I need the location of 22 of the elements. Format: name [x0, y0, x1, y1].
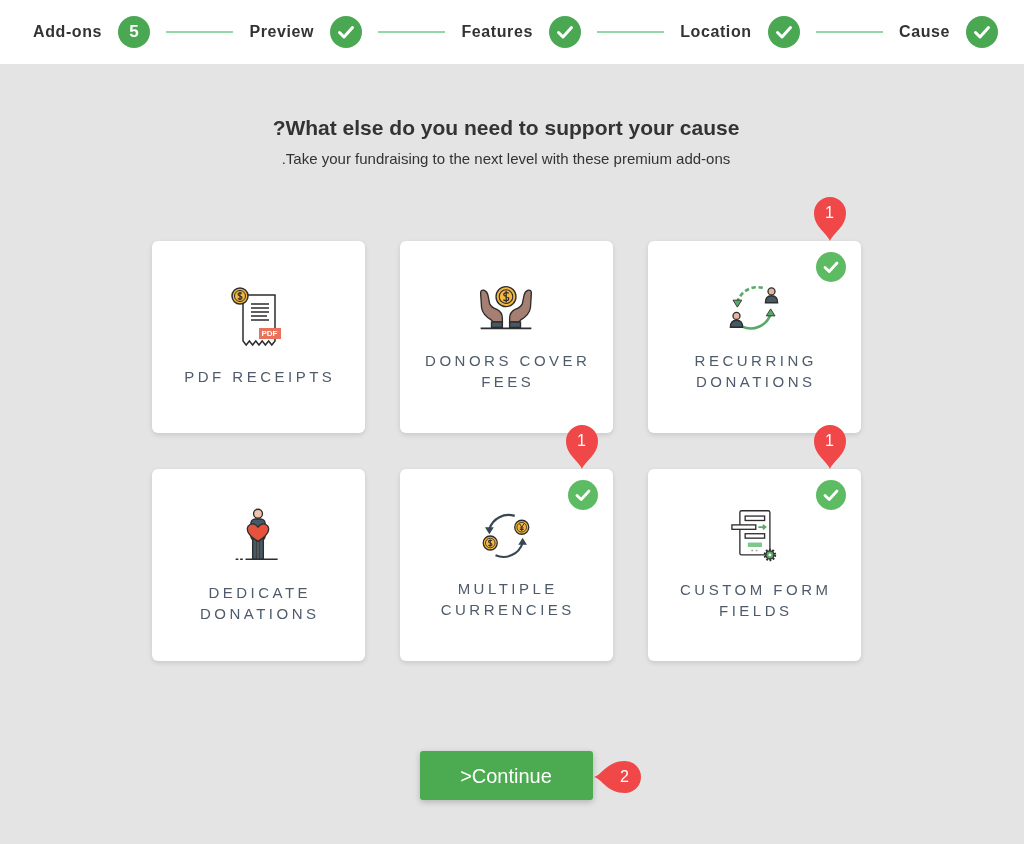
step-label: Features — [461, 22, 533, 42]
step-number: 5 — [118, 16, 151, 48]
page-title: ?What else do you need to support your cause — [272, 115, 740, 141]
callout-marker: 1 — [813, 425, 846, 469]
check-icon — [815, 480, 846, 510]
check-icon — [815, 252, 846, 282]
check-icon — [567, 480, 598, 510]
step-label: Location — [680, 22, 752, 42]
addon-card[interactable]: RECURRING DONATIONS — [647, 241, 861, 433]
addon-card[interactable]: MULTIPLE CURRENCIES — [399, 469, 613, 661]
step-label: Add-ons — [33, 22, 103, 42]
addon-card[interactable]: DONORS COVER FEES — [399, 241, 613, 433]
addon-card[interactable]: CUSTOM FORM FIELDS — [647, 469, 861, 661]
callout-marker: 1 — [813, 197, 846, 241]
callout-marker: 2 — [593, 760, 642, 794]
callout-marker: 1 — [565, 425, 598, 469]
file-type-tag: PDF — [258, 328, 281, 339]
form-document-icon — [729, 509, 779, 562]
addon-card[interactable]: DEDICATE DONATIONS — [151, 469, 365, 661]
page-subtitle: .Take your fundraising to the next level with these premium add-ons — [281, 149, 731, 169]
step-label: Cause — [899, 22, 950, 42]
step-label: Preview — [249, 22, 315, 42]
